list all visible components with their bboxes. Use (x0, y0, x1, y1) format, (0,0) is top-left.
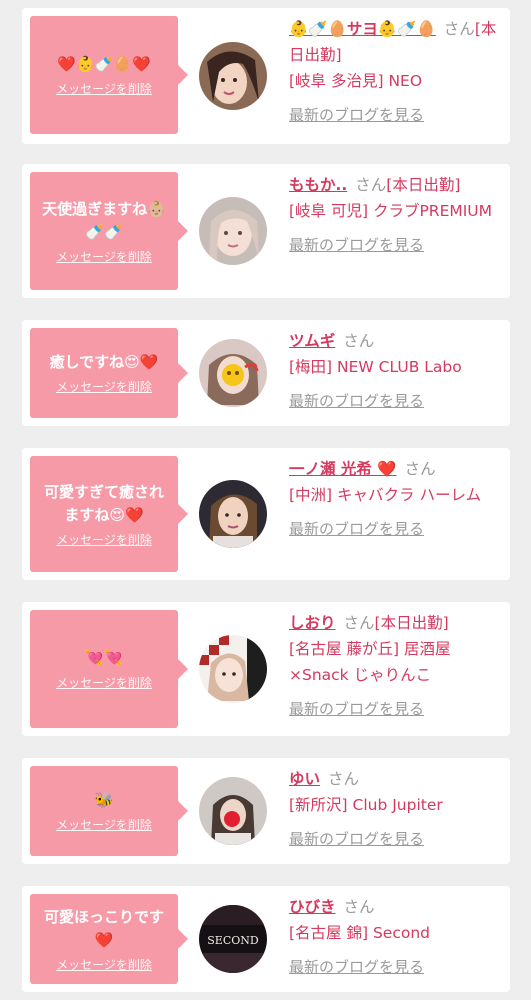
delete-message-link[interactable]: メッセージを削除 (56, 816, 152, 833)
girl-name-link[interactable]: しおり (289, 614, 336, 632)
avatar[interactable] (199, 635, 267, 703)
message-card: ❤️👶🍼🥚❤️ メッセージを削除 👶🍼🥚サヨ👶🍼🥚 さん[本日出勤] [岐阜 多治… (22, 8, 510, 144)
message-text: 癒しですね😍❤️ (49, 353, 159, 371)
girl-info: しおり さん[本日出勤] [名古屋 藤が丘] 居酒屋×Snack じゃりんこ 最新… (289, 610, 501, 722)
latest-blog-link[interactable]: 最新のブログを見る (289, 516, 424, 542)
message-bubble: 💘💘 メッセージを削除 (30, 610, 188, 728)
message-bubble: 可愛すぎて癒され ますね😍❤️ メッセージを削除 (30, 456, 188, 572)
avatar[interactable] (199, 197, 267, 265)
message-card: 💘💘 メッセージを削除 しおり さん[本日出勤] [名古屋 藤が丘] 居酒屋×Sn (22, 602, 510, 736)
avatar[interactable] (199, 339, 267, 407)
delete-message-link[interactable]: メッセージを削除 (56, 674, 152, 691)
avatar-3-image (199, 339, 267, 407)
bubble-tail (178, 801, 188, 821)
message-bubble: 可愛ほっこりです ❤️ メッセージを削除 (30, 894, 188, 984)
message-text: 可愛すぎて癒され ますね😍❤️ (43, 482, 164, 524)
delete-message-link[interactable]: メッセージを削除 (56, 80, 152, 97)
shop-info: [名古屋 藤が丘] 居酒屋×Snack じゃりんこ (289, 640, 451, 684)
avatar[interactable] (199, 42, 267, 110)
message-feed: ❤️👶🍼🥚❤️ メッセージを削除 👶🍼🥚サヨ👶🍼🥚 さん[本日出勤] [岐阜 多治… (0, 0, 531, 1000)
shop-info: [岐阜 多治見] NEO (289, 72, 423, 90)
name-line: 👶🍼🥚サヨ👶🍼🥚 さん[本日出勤] (289, 16, 501, 68)
girl-name-link[interactable]: ゆい (289, 770, 320, 788)
girl-name-link[interactable]: 一ノ瀬 光希 ❤️ (289, 460, 397, 478)
avatar-7-image: SECOND (199, 905, 267, 973)
message-text: 可愛ほっこりです ❤️ (43, 907, 164, 949)
girl-info: 👶🍼🥚サヨ👶🍼🥚 さん[本日出勤] [岐阜 多治見] NEO 最新のブログを見る (289, 16, 501, 128)
avatar[interactable] (199, 777, 267, 845)
shop-info: [岐阜 可児] クラブPREMIUM (289, 202, 493, 220)
name-line: ももか.. さん[本日出勤] (289, 172, 501, 198)
message-bubble: ❤️👶🍼🥚❤️ メッセージを削除 (30, 16, 188, 134)
shop-info: [中洲] キャバクラ ハーレム (289, 486, 482, 504)
shop-info: [名古屋 錦] Second (289, 924, 430, 942)
girl-info: ももか.. さん[本日出勤] [岐阜 可児] クラブPREMIUM 最新のブログを… (289, 172, 501, 258)
message-card: 🐝 メッセージを削除 ゆい さん [新所沢] Club Jupiter 最新のブロ… (22, 758, 510, 864)
message-card: 癒しですね😍❤️ メッセージを削除 ツムギ さん [梅田] NEW CLUB La… (22, 320, 510, 426)
avatar-6-image (199, 777, 267, 845)
girl-info: 一ノ瀬 光希 ❤️ さん [中洲] キャバクラ ハーレム 最新のブログを見る (289, 456, 501, 542)
girl-info: ツムギ さん [梅田] NEW CLUB Labo 最新のブログを見る (289, 328, 501, 414)
work-status: [本日出勤] (386, 176, 461, 194)
girl-name-link[interactable]: ツムギ (289, 332, 335, 350)
message-bubble: 🐝 メッセージを削除 (30, 766, 188, 856)
shop-info: [新所沢] Club Jupiter (289, 796, 443, 814)
avatar-5-image (199, 635, 267, 703)
bubble-tail (178, 504, 188, 524)
work-status: [本日出勤] (374, 614, 449, 632)
shop-info: [梅田] NEW CLUB Labo (289, 358, 462, 376)
girl-info: ゆい さん [新所沢] Club Jupiter 最新のブログを見る (289, 766, 501, 852)
avatar-logo-text: SECOND (207, 934, 259, 947)
girl-name-link[interactable]: ひびき (289, 898, 336, 916)
message-bubble: 癒しですね😍❤️ メッセージを削除 (30, 328, 188, 418)
girl-name-link[interactable]: 👶🍼🥚サヨ👶🍼🥚 (289, 20, 436, 38)
latest-blog-link[interactable]: 最新のブログを見る (289, 826, 424, 852)
honorific: さん (343, 614, 375, 632)
message-text: ❤️👶🍼🥚❤️ (57, 55, 151, 73)
name-line: ひびき さん (289, 894, 501, 920)
honorific: さん (443, 20, 475, 38)
avatar-4-image (199, 480, 267, 548)
message-text: 🐝 (94, 791, 114, 809)
honorific: さん (328, 770, 360, 788)
message-text: 💘💘 (85, 649, 123, 667)
honorific: さん (343, 332, 375, 350)
latest-blog-link[interactable]: 最新のブログを見る (289, 388, 424, 414)
delete-message-link[interactable]: メッセージを削除 (56, 956, 152, 973)
message-card: 可愛ほっこりです ❤️ メッセージを削除 SECOND ひびき さん [名古屋 錦… (22, 886, 510, 992)
avatar[interactable] (199, 480, 267, 548)
bubble-tail (178, 363, 188, 383)
avatar[interactable]: SECOND (199, 905, 267, 973)
girl-info: ひびき さん [名古屋 錦] Second 最新のブログを見る (289, 894, 501, 980)
latest-blog-link[interactable]: 最新のブログを見る (289, 102, 424, 128)
bubble-tail (178, 659, 188, 679)
bubble-tail (178, 65, 188, 85)
delete-message-link[interactable]: メッセージを削除 (56, 248, 152, 265)
message-card: 可愛すぎて癒され ますね😍❤️ メッセージを削除 一ノ瀬 光希 ❤️ さん [中洲… (22, 448, 510, 580)
name-line: ゆい さん (289, 766, 501, 792)
latest-blog-link[interactable]: 最新のブログを見る (289, 232, 424, 258)
delete-message-link[interactable]: メッセージを削除 (56, 378, 152, 395)
latest-blog-link[interactable]: 最新のブログを見る (289, 954, 424, 980)
name-line: 一ノ瀬 光希 ❤️ さん (289, 456, 501, 482)
bubble-tail (178, 929, 188, 949)
message-card: 天使過ぎますね👶🏼 🍼🍼 メッセージを削除 ももか.. さん[本日出勤] [岐阜 … (22, 164, 510, 298)
honorific: さん (355, 176, 387, 194)
honorific: さん (404, 460, 436, 478)
message-bubble: 天使過ぎますね👶🏼 🍼🍼 メッセージを削除 (30, 172, 188, 290)
honorific: さん (343, 898, 375, 916)
latest-blog-link[interactable]: 最新のブログを見る (289, 696, 424, 722)
name-line: しおり さん[本日出勤] (289, 610, 501, 636)
avatar-1-image (199, 42, 267, 110)
bubble-tail (178, 221, 188, 241)
name-line: ツムギ さん (289, 328, 501, 354)
delete-message-link[interactable]: メッセージを削除 (56, 531, 152, 548)
avatar-2-image (199, 197, 267, 265)
message-text: 天使過ぎますね👶🏼 🍼🍼 (42, 199, 166, 241)
girl-name-link[interactable]: ももか.. (289, 176, 347, 194)
